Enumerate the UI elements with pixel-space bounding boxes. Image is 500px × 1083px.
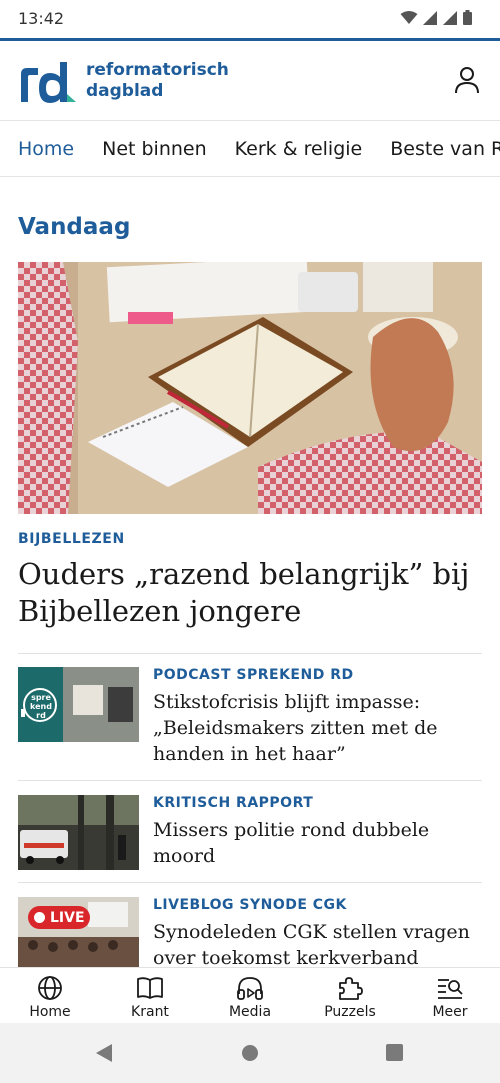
article-title[interactable]: Synodeleden CGK stellen vragen over toek… xyxy=(153,919,482,967)
tab-net-binnen[interactable]: Net binnen xyxy=(102,138,207,160)
list-item[interactable]: KRITISCH RAPPORT Missers politie rond du… xyxy=(18,795,482,870)
account-icon[interactable] xyxy=(452,65,482,95)
back-icon[interactable] xyxy=(92,1041,116,1065)
hero-kicker: BIJBELLEZEN xyxy=(18,531,125,547)
status-time: 13:42 xyxy=(18,9,65,28)
bottom-nav-media-label: Media xyxy=(228,1004,272,1020)
bottom-nav-krant[interactable]: Krant xyxy=(100,968,200,1023)
rd-logo-mark xyxy=(21,62,76,103)
divider xyxy=(18,780,482,781)
tab-home[interactable]: Home xyxy=(18,138,74,160)
podcast-badge: spre kend rd xyxy=(30,693,52,720)
hero-image[interactable] xyxy=(18,262,482,514)
live-dot-icon xyxy=(34,912,45,923)
bottom-nav-home[interactable]: Home xyxy=(0,968,100,1023)
article-title[interactable]: Missers politie rond dubbele moord xyxy=(153,817,482,869)
live-badge-label: LIVE xyxy=(50,909,85,926)
system-navigation-bar xyxy=(0,1023,500,1083)
article-kicker: LIVEBLOG SYNODE CGK xyxy=(153,897,347,913)
status-bar: 13:42 xyxy=(0,0,500,38)
article-kicker: PODCAST SPREKEND RD xyxy=(153,667,354,683)
book-icon xyxy=(137,977,163,999)
headphones-icon xyxy=(237,977,263,1000)
hero-title[interactable]: Ouders „razend belangrijk” bij Bijbellez… xyxy=(18,556,482,630)
list-item[interactable]: spre kend rd PODCAST SPREKEND RD Stiksto… xyxy=(18,667,482,767)
signal-icon xyxy=(423,10,437,25)
logo-line-1: reformatorisch xyxy=(86,60,229,80)
status-icons xyxy=(400,10,472,25)
globe-icon xyxy=(38,976,62,1000)
bottom-nav-krant-label: Krant xyxy=(131,1004,169,1020)
signal-icon-2 xyxy=(443,10,457,25)
puzzle-icon xyxy=(339,977,363,1000)
bottom-nav-meer[interactable]: Meer xyxy=(400,968,500,1023)
home-circle-icon[interactable] xyxy=(238,1041,262,1065)
bottom-nav-home-label: Home xyxy=(29,1004,71,1020)
section-tabs: Home Net binnen Kerk & religie Beste van… xyxy=(0,120,500,177)
divider xyxy=(18,653,482,654)
live-badge: LIVE xyxy=(28,906,90,929)
article-thumbnail xyxy=(18,795,139,870)
tab-kerk-religie[interactable]: Kerk & religie xyxy=(235,138,363,160)
bottom-navigation: Home Krant Media Puzzels Meer xyxy=(0,967,500,1023)
section-title: Vandaag xyxy=(18,214,131,240)
bottom-nav-meer-label: Meer xyxy=(432,1004,468,1020)
app-header: reformatorisch dagblad xyxy=(0,41,500,120)
menu-search-icon xyxy=(438,979,463,999)
tab-beste-van-rd[interactable]: Beste van RD xyxy=(390,138,500,160)
article-thumbnail: spre kend rd xyxy=(18,667,139,742)
rd-logo[interactable]: reformatorisch dagblad xyxy=(18,57,248,105)
article-title[interactable]: Stikstofcrisis blijft impasse: „Beleidsm… xyxy=(153,689,482,767)
bottom-nav-puzzels-label: Puzzels xyxy=(324,1004,376,1020)
logo-line-2: dagblad xyxy=(86,81,164,101)
list-item[interactable]: LIVE LIVEBLOG SYNODE CGK Synodeleden CGK… xyxy=(18,897,482,967)
recents-icon[interactable] xyxy=(383,1041,407,1065)
logo-text: reformatorisch dagblad xyxy=(86,60,229,102)
divider xyxy=(18,882,482,883)
wifi-icon xyxy=(400,10,418,24)
bottom-nav-puzzels[interactable]: Puzzels xyxy=(300,968,400,1023)
bottom-nav-media[interactable]: Media xyxy=(200,968,300,1023)
battery-icon xyxy=(463,10,472,25)
article-thumbnail: LIVE xyxy=(18,897,139,967)
article-kicker: KRITISCH RAPPORT xyxy=(153,795,314,811)
hero-illustration xyxy=(18,262,482,514)
